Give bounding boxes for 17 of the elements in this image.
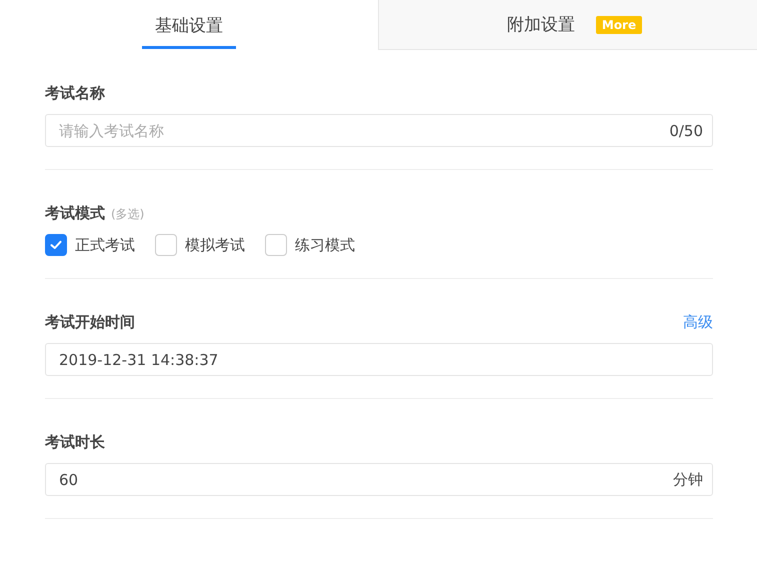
input-suffix: 分钟 [673, 470, 703, 489]
checkbox-option[interactable]: 模拟考试 [155, 234, 245, 256]
field-label: 考试名称 [45, 84, 105, 103]
tab[interactable]: 附加设置 More [378, 0, 757, 50]
field-label: 考试时长 [45, 433, 105, 452]
more-badge: More [596, 16, 642, 34]
input-field[interactable]: 2019-12-31 14:38:37 [45, 343, 713, 376]
field-label: 考试开始时间 [45, 313, 135, 332]
checkbox[interactable] [265, 234, 287, 256]
field-label: 考试模式 [45, 204, 105, 223]
checkbox-option[interactable]: 正式考试 [45, 234, 135, 256]
checkbox[interactable] [155, 234, 177, 256]
input-suffix: 0/50 [669, 122, 703, 140]
checkbox-option[interactable]: 练习模式 [265, 234, 355, 256]
field-hint: (多选) [111, 206, 144, 223]
check-icon [49, 238, 63, 252]
checkbox[interactable] [45, 234, 67, 256]
